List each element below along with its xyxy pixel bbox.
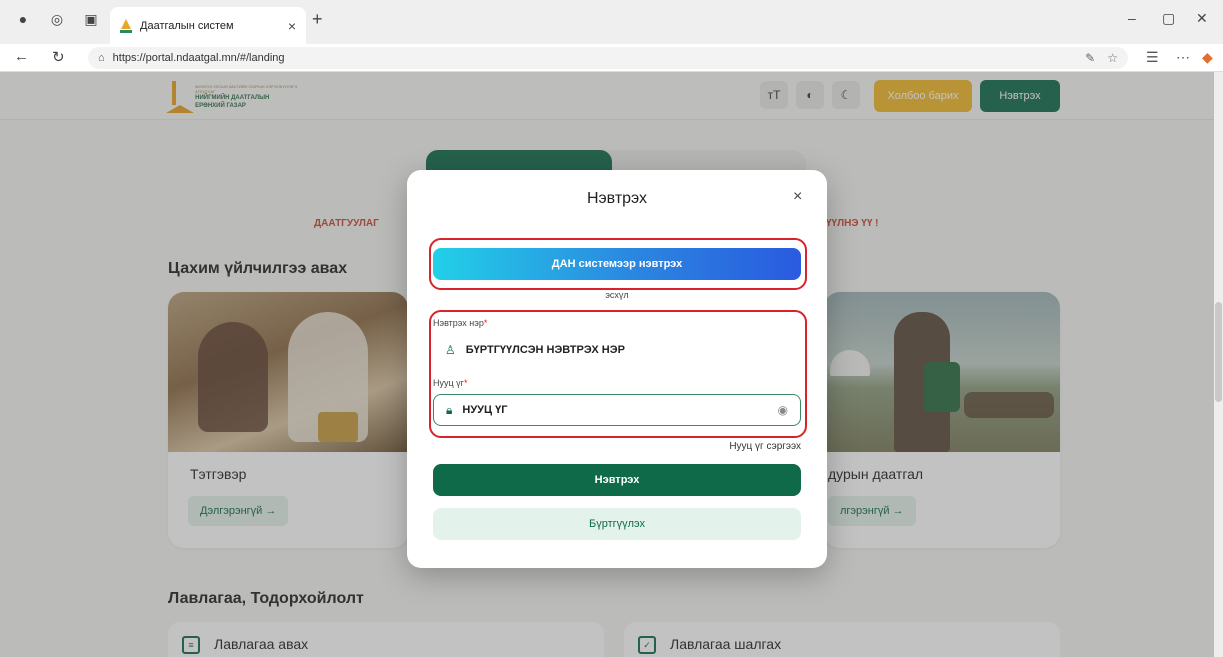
favorite-star-icon[interactable]: ☆ [1107,51,1118,65]
back-icon[interactable]: ← [14,48,29,65]
login-submit-button[interactable]: Нэвтрэх [433,464,801,496]
profile-icon[interactable]: ● [14,10,32,28]
copilot-icon[interactable]: ◆ [1202,49,1213,66]
minimize-icon[interactable]: – [1128,10,1136,26]
url-field[interactable]: ⌂ https://portal.ndaatgal.mn/#/landing ✎… [88,47,1128,69]
new-tab-button[interactable]: + [312,9,323,30]
favorites-icon[interactable]: ☰ [1146,49,1159,66]
read-aloud-icon[interactable]: ✎ [1085,51,1095,65]
username-field[interactable]: ♙ БҮРТГҮҮЛСЭН НЭВТРЭХ НЭР [433,334,801,366]
login-modal: Нэвтрэх × ДАН системээр нэвтрэх эсхүл Нэ… [407,170,827,568]
lock-icon: ⌂ [98,52,105,64]
register-button[interactable]: Бүртгүүлэх [433,508,801,540]
close-icon[interactable]: × [793,188,802,206]
or-divider-text: эсхүл [605,290,629,300]
show-password-eye-icon[interactable]: ◉ [778,403,788,417]
site-favicon-icon [120,18,132,33]
page-content: МОНГОЛ УЛСЫН ЗАСГИЙН ГАЗРЫН ХЭРЭГЖҮҮЛЭГЧ… [0,72,1223,657]
page-scrollbar[interactable] [1214,72,1223,657]
refresh-icon[interactable]: ↻ [52,48,65,66]
workspaces-icon[interactable]: ◎ [48,10,66,28]
more-menu-icon[interactable]: ⋯ [1176,49,1190,66]
scrollbar-thumb[interactable] [1215,302,1222,402]
username-value: БҮРТГҮҮЛСЭН НЭВТРЭХ НЭР [465,344,625,356]
tab-title: Даатгалын систем [140,19,234,32]
password-value: НУУЦ ҮГ [462,404,508,416]
modal-title: Нэвтрэх [586,190,648,207]
lock-icon: 🔒︎ [446,402,453,417]
browser-tab[interactable]: Даатгалын систем × [110,7,306,44]
browser-tabbar: ● ◎ ▣ Даатгалын систем × + – ▢ ✕ [0,0,1223,44]
url-text: https://portal.ndaatgal.mn/#/landing [112,52,285,64]
dan-login-button[interactable]: ДАН системээр нэвтрэх [433,248,801,280]
tab-close-icon[interactable]: × [288,18,296,34]
user-icon: ♙ [445,343,456,357]
forgot-password-link[interactable]: Нууц үг сэргээх [729,441,801,452]
maximize-icon[interactable]: ▢ [1162,10,1175,27]
password-field[interactable]: 🔒︎ НУУЦ ҮГ ◉ [433,394,801,426]
password-label: Нууц үг* [433,378,468,388]
browser-address-bar: ← ↻ ⌂ https://portal.ndaatgal.mn/#/landi… [0,44,1223,72]
window-close-icon[interactable]: ✕ [1196,10,1208,27]
tab-actions-icon[interactable]: ▣ [82,10,100,28]
username-label: Нэвтрэх нэр* [433,318,488,328]
